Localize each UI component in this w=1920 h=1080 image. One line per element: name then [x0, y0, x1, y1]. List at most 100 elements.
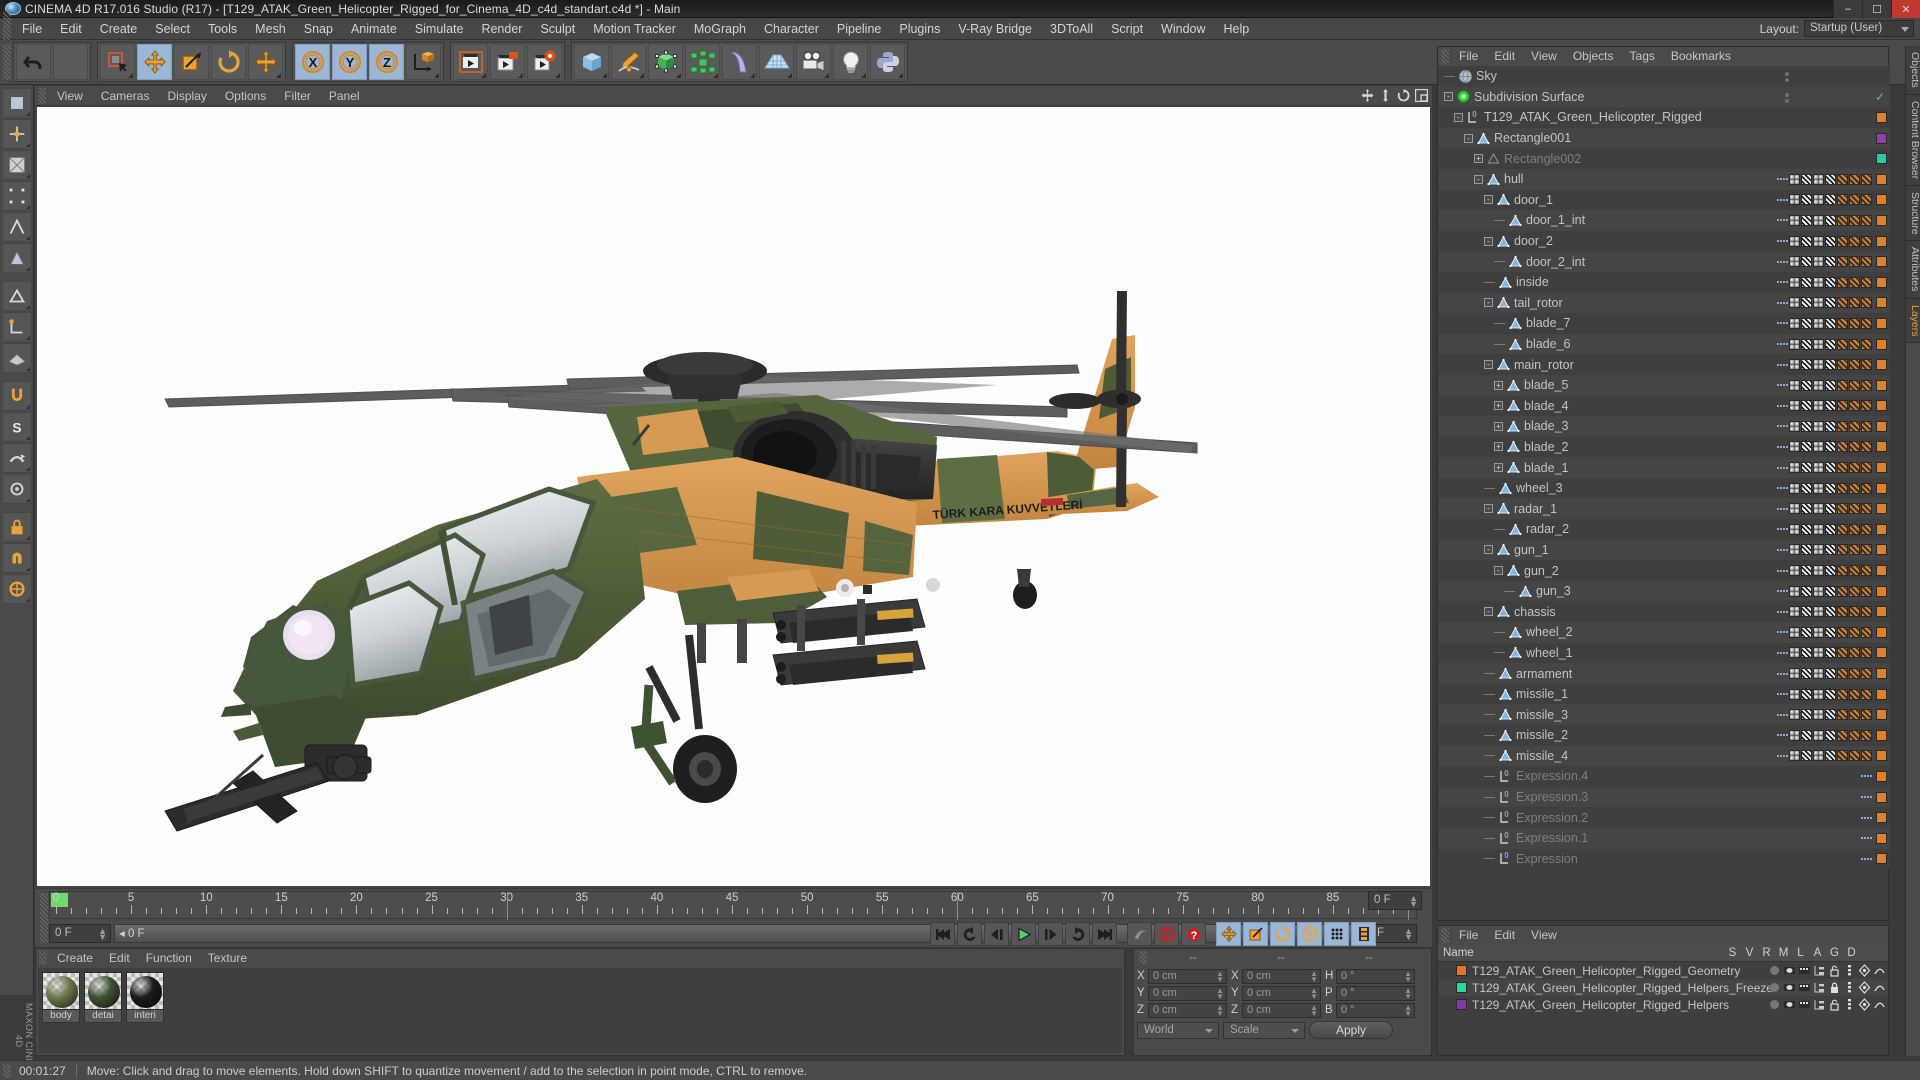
visibility-dots[interactable]: [1785, 72, 1789, 82]
step-forward-button[interactable]: [1038, 922, 1063, 946]
object-axis-icon[interactable]: [2, 119, 32, 149]
texture-tag[interactable]: [1825, 441, 1836, 453]
deformer-icon[interactable]: [722, 44, 757, 80]
expander-toggle[interactable]: +: [1494, 421, 1503, 431]
layer-color-tag[interactable]: [1876, 111, 1887, 123]
animation-icon[interactable]: [1843, 964, 1856, 977]
selection-tag[interactable]: [1861, 523, 1872, 535]
texture-tag[interactable]: [1789, 359, 1800, 371]
object-name[interactable]: blade_4: [1524, 399, 1569, 413]
texture-tag[interactable]: [1825, 462, 1836, 474]
quantize-icon[interactable]: S: [2, 412, 32, 442]
texture-tag[interactable]: [1825, 565, 1836, 577]
selection-tag[interactable]: [1837, 482, 1848, 494]
texture-tag[interactable]: [1825, 338, 1836, 350]
texture-tag[interactable]: [1801, 359, 1812, 371]
selection-tag[interactable]: [1849, 626, 1860, 638]
material-preview[interactable]: [42, 972, 80, 1010]
selection-tag[interactable]: [1861, 297, 1872, 309]
object-row[interactable]: - gun_2: [1438, 560, 1890, 581]
parameter-key-button[interactable]: P: [1297, 922, 1322, 946]
object-menu-tags[interactable]: Tags: [1622, 47, 1663, 66]
object-row[interactable]: + blade_1: [1438, 457, 1890, 478]
texture-tag[interactable]: [1813, 420, 1824, 432]
selection-tag[interactable]: [1849, 750, 1860, 762]
dock-tab-structure[interactable]: Structure: [1906, 185, 1920, 242]
visible-icon[interactable]: [1783, 998, 1796, 1011]
layer-color-tag[interactable]: [1876, 359, 1887, 371]
texture-tag[interactable]: [1813, 359, 1824, 371]
object-name[interactable]: hull: [1504, 172, 1523, 186]
selection-tag[interactable]: [1849, 503, 1860, 515]
object-tree[interactable]: Sky - Subdivision Surface ✓ - 0 T129_ATAK_Gree…: [1438, 66, 1890, 920]
expander-toggle[interactable]: -: [1474, 174, 1483, 184]
layer-color-tag[interactable]: [1876, 791, 1887, 803]
object-name[interactable]: Expression.2: [1516, 811, 1588, 825]
texture-tag[interactable]: [1789, 420, 1800, 432]
texture-tag[interactable]: [1789, 729, 1800, 741]
menu-simulate[interactable]: Simulate: [406, 18, 473, 40]
texture-tag[interactable]: [1789, 668, 1800, 680]
texture-tag[interactable]: [1801, 441, 1812, 453]
selection-tag[interactable]: [1861, 338, 1872, 350]
uv-polygons-icon[interactable]: [2, 443, 32, 473]
coord-field-rotation[interactable]: 0 ° ▲ ▼: [1336, 968, 1415, 984]
close-button[interactable]: ✕: [1891, 0, 1920, 18]
selection-tag[interactable]: [1849, 482, 1860, 494]
layer-color-tag[interactable]: [1876, 606, 1887, 618]
generator-icon[interactable]: [1858, 981, 1871, 994]
snap-icon[interactable]: [2, 381, 32, 411]
expression-tag-dots[interactable]: [1777, 322, 1788, 325]
selection-tag[interactable]: [1861, 441, 1872, 453]
texture-tag[interactable]: [1825, 729, 1836, 741]
layer-color-tag[interactable]: [1876, 153, 1887, 165]
object-name[interactable]: blade_2: [1524, 440, 1569, 454]
layer-color-tag[interactable]: [1876, 420, 1887, 432]
workplane-icon[interactable]: [2, 343, 32, 373]
layer-color-swatch[interactable]: [1456, 965, 1467, 976]
expression-tag-dots[interactable]: [1777, 240, 1788, 243]
object-name[interactable]: door_2: [1514, 234, 1553, 248]
selection-tag[interactable]: [1837, 523, 1848, 535]
texture-tag[interactable]: [1801, 709, 1812, 721]
object-row[interactable]: 0 Expression.2: [1438, 807, 1890, 828]
texture-tag[interactable]: [1813, 235, 1824, 247]
layer-menu-view[interactable]: View: [1523, 926, 1565, 945]
coord-field-size[interactable]: 0 cm ▲ ▼: [1242, 985, 1321, 1001]
viewport-menu-panel[interactable]: Panel: [320, 86, 369, 106]
timeline-current-frame-field[interactable]: 0 F ▲ ▼: [1368, 891, 1422, 910]
expression-tag-dots[interactable]: [1777, 631, 1788, 634]
object-name[interactable]: Expression.1: [1516, 831, 1588, 845]
solo-dot-icon[interactable]: [1768, 964, 1781, 977]
selection-tag[interactable]: [1837, 297, 1848, 309]
selection-tag[interactable]: [1849, 585, 1860, 597]
object-name[interactable]: Expression: [1516, 852, 1578, 866]
texture-tag[interactable]: [1813, 276, 1824, 288]
viewport-solo-icon[interactable]: [2, 281, 32, 311]
texture-tag[interactable]: [1813, 565, 1824, 577]
menu-render[interactable]: Render: [472, 18, 531, 40]
texture-tag[interactable]: [1789, 400, 1800, 412]
move-alt-icon[interactable]: [248, 44, 283, 80]
expander-toggle[interactable]: -: [1494, 566, 1503, 576]
object-row[interactable]: - Subdivision Surface ✓: [1438, 86, 1890, 108]
selection-tag[interactable]: [1861, 214, 1872, 226]
expression-tag-dots[interactable]: [1777, 445, 1788, 448]
expression-tag-dots[interactable]: [1777, 219, 1788, 222]
texture-tag[interactable]: [1825, 379, 1836, 391]
layer-color-tag[interactable]: [1876, 668, 1887, 680]
selection-tag[interactable]: [1849, 565, 1860, 577]
texture-tag[interactable]: [1825, 585, 1836, 597]
dock-tab-attributes[interactable]: Attributes: [1906, 241, 1920, 299]
object-row[interactable]: wheel_2: [1438, 622, 1890, 643]
expander-toggle[interactable]: +: [1494, 380, 1503, 390]
spline-pen-icon[interactable]: [611, 44, 646, 80]
object-row[interactable]: missile_4: [1438, 745, 1890, 767]
points-mode-icon[interactable]: [2, 181, 32, 211]
manager-icon[interactable]: [1813, 998, 1826, 1011]
expression-tag-dots[interactable]: [1777, 260, 1788, 263]
menu-edit[interactable]: Edit: [51, 18, 91, 40]
stepper-icon[interactable]: ▲ ▼: [1310, 1003, 1318, 1017]
deformer-icon[interactable]: [1873, 981, 1886, 994]
render-region-icon[interactable]: [490, 44, 525, 80]
